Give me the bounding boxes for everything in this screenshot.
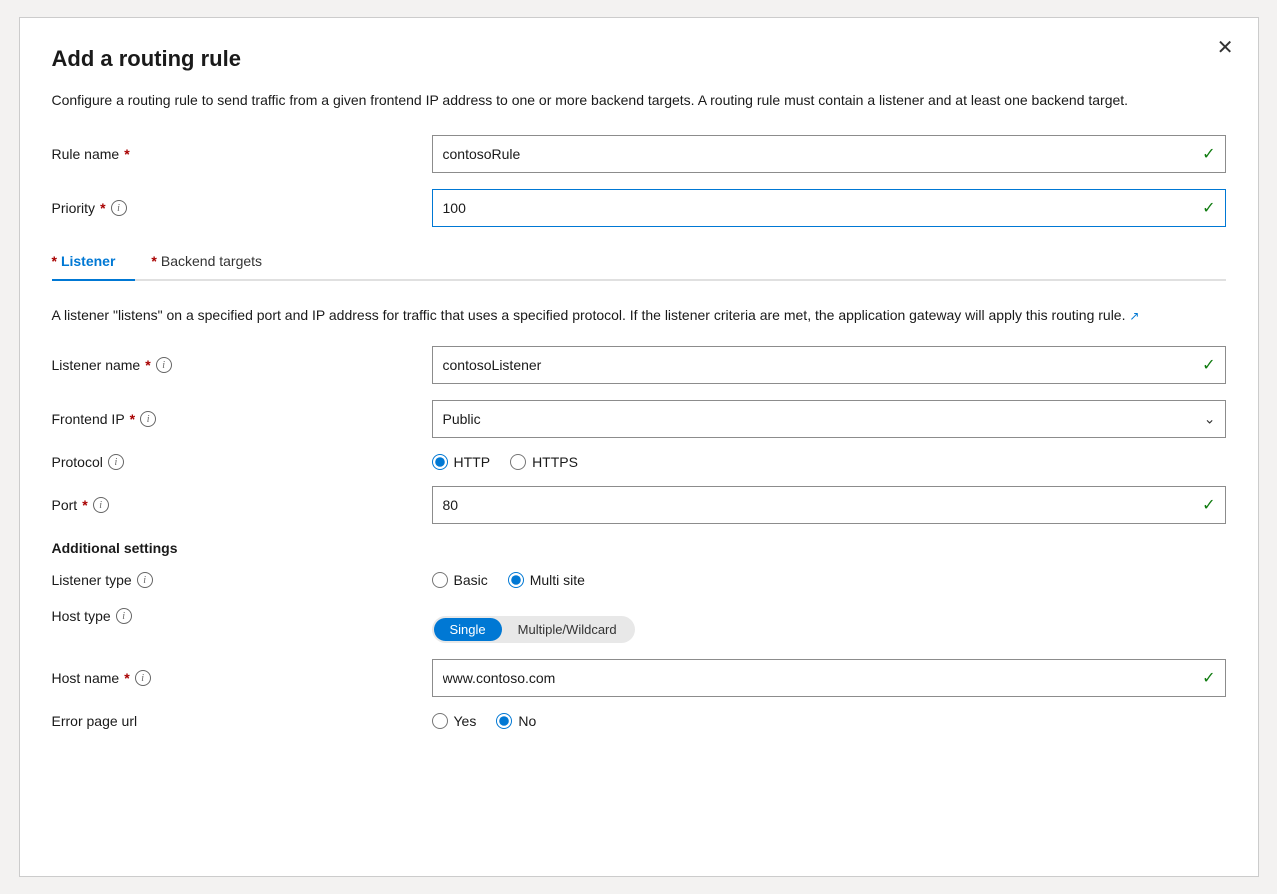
priority-required: * [100,200,105,216]
priority-row: Priority * i ✓ [52,189,1226,227]
host-type-toggle-group-wrapper: Single Multiple/Wildcard [432,608,635,643]
port-input[interactable] [432,486,1226,524]
port-row: Port * i ✓ [52,486,1226,524]
protocol-label: Protocol i [52,454,432,470]
dialog-description: Configure a routing rule to send traffic… [52,90,1212,111]
priority-input-wrapper: ✓ [432,189,1226,227]
error-page-yes-label: Yes [454,713,477,729]
host-name-input[interactable] [432,659,1226,697]
listener-type-radio-group: Basic Multi site [432,572,1226,588]
frontend-ip-select-wrapper: Public Private ⌄ [432,400,1226,438]
protocol-http-label: HTTP [454,454,491,470]
rule-name-check-icon: ✓ [1202,144,1215,164]
rule-name-input-wrapper: ✓ [432,135,1226,173]
port-input-wrapper: ✓ [432,486,1226,524]
rule-name-required: * [124,146,129,162]
frontend-ip-select[interactable]: Public Private [432,400,1226,438]
host-name-row: Host name * i ✓ [52,659,1226,697]
listener-type-basic-option[interactable]: Basic [432,572,488,588]
error-page-yes-radio[interactable] [432,713,448,729]
rule-name-input[interactable] [432,135,1226,173]
error-page-url-row: Error page url Yes No [52,713,1226,729]
listener-type-multisite-label: Multi site [530,572,585,588]
host-type-multiple-btn[interactable]: Multiple/Wildcard [502,618,633,641]
host-name-label: Host name * i [52,670,432,686]
tab-backend-targets[interactable]: * Backend targets [151,243,282,279]
protocol-http-radio[interactable] [432,454,448,470]
listener-name-info-icon[interactable]: i [156,357,172,373]
error-page-url-radio-group: Yes No [432,713,1226,729]
add-routing-rule-dialog: ✕ Add a routing rule Configure a routing… [19,17,1259,877]
host-type-toggle-group: Single Multiple/Wildcard [432,616,635,643]
host-name-input-wrapper: ✓ [432,659,1226,697]
protocol-radio-group: HTTP HTTPS [432,454,1226,470]
frontend-ip-info-icon[interactable]: i [140,411,156,427]
dialog-title: Add a routing rule [52,46,1226,72]
error-page-no-radio[interactable] [496,713,512,729]
listener-description: A listener "listens" on a specified port… [52,305,1212,326]
listener-type-row: Listener type i Basic Multi site [52,572,1226,588]
listener-type-multisite-radio[interactable] [508,572,524,588]
protocol-https-option[interactable]: HTTPS [510,454,578,470]
tab-listener[interactable]: * Listener [52,243,136,279]
host-type-single-btn[interactable]: Single [434,618,502,641]
listener-name-row: Listener name * i ✓ [52,346,1226,384]
learn-more-link[interactable]: ↗ [1129,309,1139,323]
listener-type-basic-label: Basic [454,572,488,588]
rule-name-label: Rule name * [52,146,432,162]
tabs: * Listener * Backend targets [52,243,1226,281]
listener-name-input[interactable] [432,346,1226,384]
protocol-https-radio[interactable] [510,454,526,470]
priority-label: Priority * i [52,200,432,216]
listener-name-label: Listener name * i [52,357,432,373]
protocol-info-icon[interactable]: i [108,454,124,470]
listener-type-label: Listener type i [52,572,432,588]
error-page-no-label: No [518,713,536,729]
host-type-info-icon[interactable]: i [116,608,132,624]
rule-name-row: Rule name * ✓ [52,135,1226,173]
frontend-ip-label: Frontend IP * i [52,411,432,427]
protocol-https-label: HTTPS [532,454,578,470]
error-page-no-option[interactable]: No [496,713,536,729]
host-name-info-icon[interactable]: i [135,670,151,686]
priority-check-icon: ✓ [1202,198,1215,218]
tabs-section: * Listener * Backend targets [52,243,1226,281]
listener-name-input-wrapper: ✓ [432,346,1226,384]
error-page-yes-option[interactable]: Yes [432,713,477,729]
listener-type-basic-radio[interactable] [432,572,448,588]
host-type-label: Host type i [52,608,432,624]
listener-type-multisite-option[interactable]: Multi site [508,572,585,588]
port-check-icon: ✓ [1202,495,1215,515]
port-label: Port * i [52,497,432,513]
error-page-url-label: Error page url [52,713,432,729]
priority-info-icon[interactable]: i [111,200,127,216]
listener-type-info-icon[interactable]: i [137,572,153,588]
protocol-row: Protocol i HTTP HTTPS [52,454,1226,470]
additional-settings-title: Additional settings [52,540,1226,556]
close-button[interactable]: ✕ [1217,38,1234,58]
protocol-http-option[interactable]: HTTP [432,454,491,470]
priority-input[interactable] [432,189,1226,227]
frontend-ip-row: Frontend IP * i Public Private ⌄ [52,400,1226,438]
listener-name-check-icon: ✓ [1202,355,1215,375]
host-name-check-icon: ✓ [1202,668,1215,688]
host-type-row: Host type i Single Multiple/Wildcard [52,604,1226,643]
port-info-icon[interactable]: i [93,497,109,513]
